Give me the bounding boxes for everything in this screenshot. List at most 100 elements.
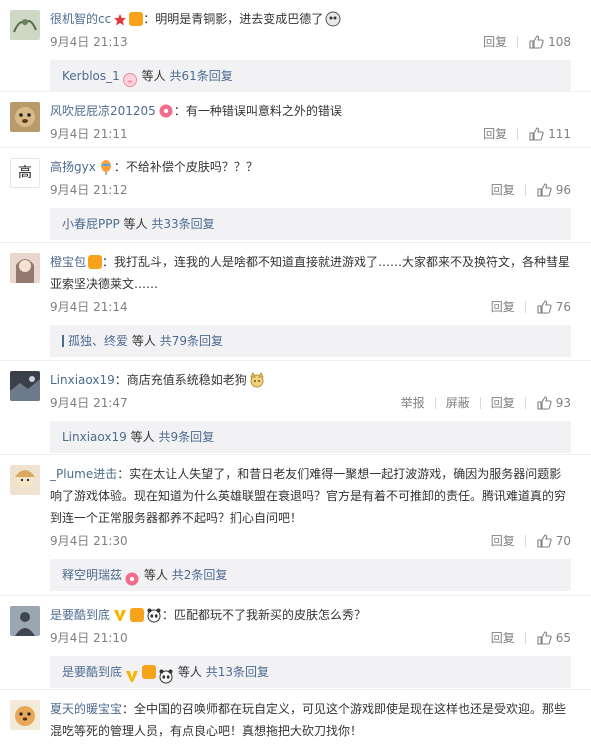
timestamp: 9月4日 21:47 xyxy=(50,396,128,410)
view-replies-link[interactable]: 共61条回复 xyxy=(169,69,232,83)
reply-button[interactable]: 回复 xyxy=(491,295,515,319)
comment-item: _Plume进击：实在太让人失望了，和昔日老友们难得一聚想一起打波游戏，确因为服… xyxy=(0,455,591,596)
username[interactable]: 风吹屁屁凉201205 xyxy=(50,104,156,118)
reply-thread: 释空明瑞茲 等人 共2条回复 xyxy=(50,559,571,591)
comment-meta: 9月4日 21:11 回复 111 xyxy=(50,122,581,146)
username[interactable]: 很机智的cc xyxy=(50,12,111,26)
reply-sep: 等人 xyxy=(131,334,156,348)
comment-meta: 9月4日 21:12 回复 96 xyxy=(50,178,581,202)
timestamp: 9月4日 21:10 xyxy=(50,631,128,645)
avatar[interactable] xyxy=(10,102,40,132)
reply-username[interactable]: 小春屁PPP xyxy=(62,217,120,231)
like-count: 65 xyxy=(555,631,571,645)
vip-badge-icon xyxy=(129,11,144,26)
divider xyxy=(479,397,481,409)
view-replies-link[interactable]: 共9条回复 xyxy=(158,430,214,444)
divider xyxy=(524,397,526,409)
like-button[interactable]: 111 xyxy=(528,122,571,146)
reply-sep: 等人 xyxy=(141,69,166,83)
panda-emoji-icon xyxy=(158,664,174,683)
comment-body: 我打乱斗，连我的人是啥都不知道直接就进游戏了……大家都来不及换符文，各种彗星亚索… xyxy=(50,255,571,291)
donut-badge-icon xyxy=(124,567,140,585)
reply-username[interactable]: Kerblos_1 xyxy=(62,69,120,83)
comment-item: 夏天的暖宝宝：全中国的召唤师都在玩自定义，可见这个游戏即使是现在这样也还是受欢迎… xyxy=(0,690,591,750)
username[interactable]: _Plume进击 xyxy=(50,467,117,481)
reply-thread: Kerblos_1 等人 共61条回复 xyxy=(50,60,571,92)
comment-body: 明明是青铜影，进去变成巴德了 xyxy=(155,12,324,26)
like-button[interactable]: 70 xyxy=(536,529,571,553)
dog-emoji-icon xyxy=(249,371,265,388)
view-replies-link[interactable]: 共2条回复 xyxy=(172,568,228,582)
reply-username[interactable]: 是要酷到底 xyxy=(62,665,122,679)
avatar[interactable] xyxy=(10,606,40,636)
vip-badge-icon xyxy=(130,607,145,622)
vip-badge-icon xyxy=(88,254,103,269)
like-count: 96 xyxy=(555,183,571,197)
avatar[interactable] xyxy=(10,700,40,730)
view-replies-link[interactable]: 共33条回复 xyxy=(151,217,214,231)
like-button[interactable]: 93 xyxy=(536,391,571,415)
comment-text: _Plume进击：实在太让人失望了，和昔日老友们难得一聚想一起打波游戏，确因为服… xyxy=(50,467,567,525)
username[interactable]: 高扬gyx xyxy=(50,160,96,174)
comment-item: 高 高扬gyx ：不给补偿个皮肤吗？？？ 9月4日 21:12 回复 96 小春屁… xyxy=(0,148,591,243)
timestamp: 9月4日 21:11 xyxy=(50,127,128,141)
report-button[interactable]: 举报 xyxy=(401,391,425,415)
username[interactable]: 橙宝包 xyxy=(50,255,86,269)
like-count: 76 xyxy=(555,300,571,314)
reply-username[interactable]: Linxiaox19 xyxy=(62,430,127,444)
reply-username[interactable]: 孤独、终爱 xyxy=(68,334,128,348)
timestamp: 9月4日 21:12 xyxy=(50,183,128,197)
reply-button[interactable]: 回复 xyxy=(483,30,507,54)
avatar-char: 高 xyxy=(18,165,32,181)
pig-emoji-icon xyxy=(122,68,138,87)
avatar[interactable]: 高 xyxy=(10,158,40,188)
like-button[interactable]: 65 xyxy=(536,626,571,650)
avatar[interactable] xyxy=(10,371,40,401)
reply-button[interactable]: 回复 xyxy=(483,122,507,146)
reply-button[interactable]: 回复 xyxy=(491,391,515,415)
block-button[interactable]: 屏蔽 xyxy=(446,391,470,415)
reply-thread: 孤独、终爱 等人 共79条回复 xyxy=(50,325,571,357)
avatar[interactable] xyxy=(10,465,40,495)
reply-thread: 是要酷到底 等人 共13条回复 xyxy=(50,656,571,688)
reply-button[interactable]: 回复 xyxy=(491,178,515,202)
username[interactable]: 是要酷到底 xyxy=(50,608,110,622)
reply-thread: Linxiaox19 等人 共9条回复 xyxy=(50,421,571,453)
view-replies-link[interactable]: 共13条回复 xyxy=(206,665,269,679)
comment-text: 是要酷到底 ：匹配都玩不了我新买的皮肤怎么秀？ xyxy=(50,607,367,623)
comment-item: Linxiaox19：商店充值系统稳如老狗 9月4日 21:47 举报 屏蔽 回… xyxy=(0,361,591,455)
avatar[interactable] xyxy=(10,10,40,40)
thumbs-up-icon xyxy=(529,35,544,49)
username[interactable]: 夏天的暖宝宝 xyxy=(50,702,122,716)
v-badge-icon xyxy=(124,664,140,682)
comment-meta: 9月4日 21:13 回复 108 xyxy=(50,30,581,54)
divider xyxy=(524,632,526,644)
reply-sep: 等人 xyxy=(123,217,148,231)
face-emoji-icon xyxy=(325,11,341,27)
comment-text: 夏天的暖宝宝：全中国的召唤师都在玩自定义，可见这个游戏即使是现在这样也还是受欢迎… xyxy=(50,702,567,738)
like-button[interactable]: 96 xyxy=(536,178,571,202)
reply-username[interactable]: 释空明瑞茲 xyxy=(62,568,122,582)
thumbs-up-icon xyxy=(537,631,552,645)
reply-button[interactable]: 回复 xyxy=(491,626,515,650)
comment-text: 高扬gyx ：不给补偿个皮肤吗？？？ xyxy=(50,159,258,175)
reply-indicator xyxy=(62,334,64,347)
username[interactable]: Linxiaox19 xyxy=(50,373,115,387)
avatar[interactable] xyxy=(10,253,40,283)
comment-body: 有一种错误叫意料之外的错误 xyxy=(185,104,342,118)
panda-emoji-icon xyxy=(146,607,162,623)
donut-badge-icon xyxy=(158,103,174,119)
reply-button[interactable]: 回复 xyxy=(491,529,515,553)
like-button[interactable]: 76 xyxy=(536,295,571,319)
comment-text: 很机智的cc ：明明是青铜影，进去变成巴德了 xyxy=(50,8,581,30)
like-count: 108 xyxy=(548,35,571,49)
vip-badge-icon xyxy=(142,664,157,679)
like-button[interactable]: 108 xyxy=(528,30,571,54)
view-replies-link[interactable]: 共79条回复 xyxy=(160,334,223,348)
timestamp: 9月4日 21:13 xyxy=(50,35,128,49)
reply-sep: 等人 xyxy=(177,665,202,679)
comment-body: 匹配都玩不了我新买的皮肤怎么秀？ xyxy=(174,608,367,622)
divider xyxy=(434,397,436,409)
reply-thread: 小春屁PPP 等人 共33条回复 xyxy=(50,208,571,240)
divider xyxy=(524,184,526,196)
